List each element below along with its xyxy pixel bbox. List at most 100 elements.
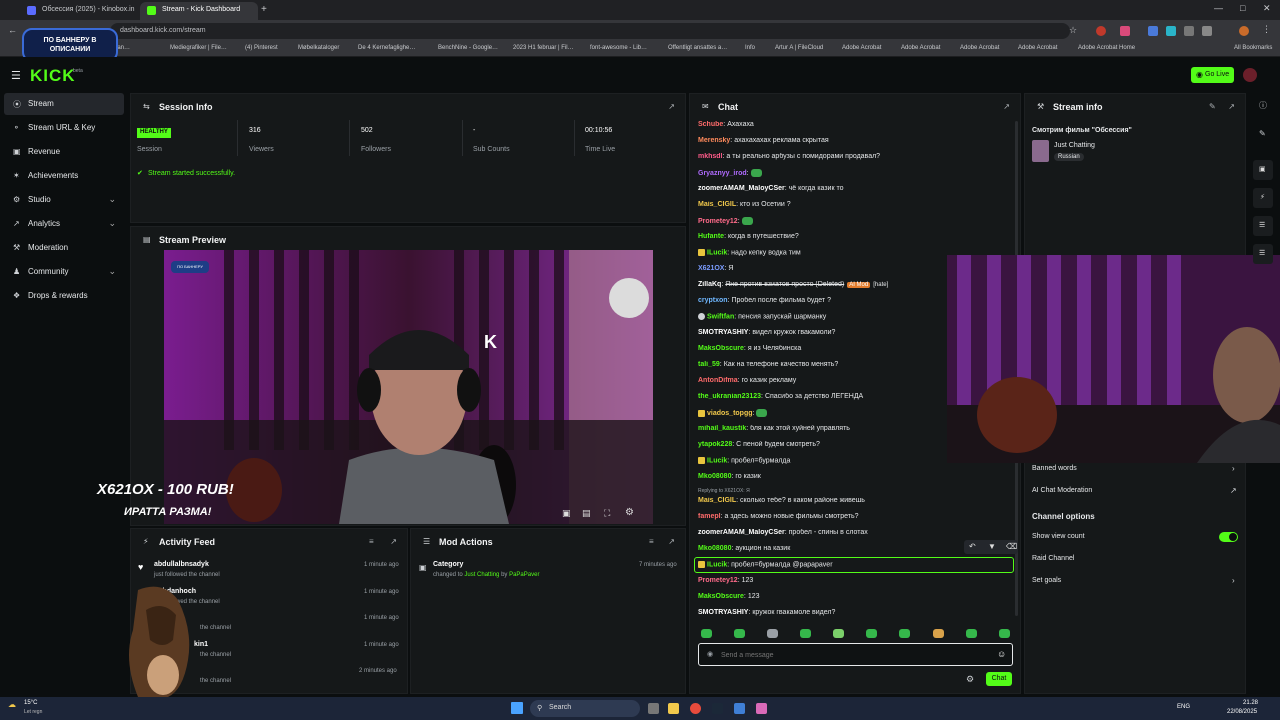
chat-send-button[interactable]: Chat [986, 672, 1012, 686]
chat-username[interactable]: SMOTRYASHIY [698, 609, 748, 616]
clock-time[interactable]: 21.28 [1243, 700, 1258, 706]
chat-message[interactable]: MaksObscure: 123 [698, 593, 1018, 600]
chat-username[interactable]: Gryaznyy_irod [698, 170, 747, 177]
language-indicator[interactable]: ENG [1177, 704, 1190, 710]
chat-message[interactable]: Merensky: ахахахахах реклама скрытая [698, 137, 1018, 144]
chat-message[interactable]: zoomerAMAM_MaloyCSer: пробел - спины в с… [698, 529, 1018, 536]
chat-username[interactable]: Prometey12 [698, 577, 738, 584]
chat-message[interactable]: SMOTRYASHIY: кружок гвакамоле видел? [698, 609, 1018, 616]
external-link-icon[interactable]: ↗ [1230, 486, 1237, 495]
minimize-icon[interactable]: — [1214, 3, 1223, 13]
chat-username[interactable]: AntonDifma [698, 377, 738, 384]
bookmark-item[interactable]: Adobe Acrobat Home [1078, 45, 1135, 51]
weather-temp[interactable]: 15°C [24, 700, 37, 706]
emote-button[interactable] [999, 629, 1010, 638]
sidebar-item-stream-url-key[interactable]: ⚬ Stream URL & Key [4, 117, 124, 139]
edit-pencil-icon[interactable]: ✎ [1259, 129, 1266, 138]
taskbar-search-box[interactable]: ⚲ Search [530, 700, 640, 717]
chat-message[interactable]: Mais_CIGIL: сколько тебе? в каком районе… [698, 497, 1018, 504]
chat-input-box[interactable]: ◉ ☺ [698, 643, 1013, 666]
chat-message[interactable]: famepl: а здесь можно новые фильмы смотр… [698, 513, 1018, 520]
emote-button[interactable] [767, 629, 778, 638]
chat-username[interactable]: Prometey12 [698, 218, 738, 225]
url-field[interactable]: dashboard.kick.com/stream [110, 23, 1070, 39]
chat-username[interactable]: zoomerAMAM_MaloyCSer [698, 529, 785, 536]
fullscreen-icon[interactable]: ⛶ [604, 508, 610, 519]
extension-icon[interactable] [1184, 26, 1194, 36]
popout-icon[interactable]: ↗ [390, 537, 397, 546]
side-tool-button[interactable]: ☰ [1253, 244, 1273, 264]
chat-username[interactable]: the_ukranian23123 [698, 393, 761, 400]
chat-username[interactable]: MaksObscure [698, 593, 744, 600]
mod-action-user[interactable]: PaPaPaver [509, 572, 539, 578]
bookmark-item[interactable]: Mediegrafiker | File… [170, 45, 227, 51]
theater-icon[interactable]: ▤ [582, 508, 591, 519]
chat-username[interactable]: mkhsdl [698, 153, 723, 160]
bookmark-item[interactable]: Offentligt ansattes a… [668, 45, 727, 51]
chat-options-icon[interactable]: ◉ [707, 650, 713, 658]
settings-gear-icon[interactable]: ⚙ [625, 507, 634, 518]
chat-username[interactable]: zoomerAMAM_MaloyCSer [698, 185, 785, 192]
bookmark-item[interactable]: Info [745, 45, 755, 51]
bookmark-item[interactable]: BenchNine - Google… [438, 45, 498, 51]
chrome-icon[interactable] [690, 703, 701, 714]
chat-username[interactable]: famepl [698, 513, 721, 520]
chat-message[interactable]: Prometey12: [698, 217, 1018, 225]
hamburger-icon[interactable]: ☰ [11, 69, 21, 82]
chat-username[interactable]: Mko08080 [698, 545, 731, 552]
chat-username[interactable]: mihail_kaustik [698, 425, 746, 432]
popout-icon[interactable]: ↗ [1003, 102, 1010, 111]
bookmark-item[interactable]: Adobe Acrobat [960, 45, 999, 51]
banned-words-link[interactable]: Banned words [1032, 465, 1077, 472]
back-arrow-icon[interactable]: ← [8, 25, 17, 35]
chat-username[interactable]: ILucik [707, 457, 727, 464]
chat-message[interactable]: mkhsdl: а ты реально арбузы с помидорами… [698, 153, 1018, 160]
emote-button[interactable] [933, 629, 944, 638]
steam-icon[interactable] [712, 703, 723, 714]
chat-username[interactable]: X621OX [698, 265, 724, 272]
browser-tab-kick-dashboard[interactable]: Stream - Kick Dashboard [140, 2, 258, 20]
chat-message[interactable]: Gryaznyy_irod: [698, 169, 1018, 177]
new-tab-button[interactable]: + [261, 4, 267, 15]
bookmark-item[interactable]: Adobe Acrobat [901, 45, 940, 51]
file-explorer-icon[interactable] [668, 703, 679, 714]
app-icon[interactable] [756, 703, 767, 714]
extensions-puzzle-icon[interactable] [1202, 26, 1212, 36]
emote-button[interactable] [701, 629, 712, 638]
chat-username[interactable]: Mko08080 [698, 473, 731, 480]
windows-start-icon[interactable] [511, 702, 523, 714]
chat-username[interactable]: Hufante [698, 233, 724, 240]
emote-button[interactable] [866, 629, 877, 638]
filter-icon[interactable]: ≡ [649, 537, 654, 546]
profile-avatar-icon[interactable] [1239, 26, 1249, 36]
bookmark-item[interactable]: Artur A | FileCloud [775, 45, 823, 51]
chat-message-input[interactable] [721, 648, 991, 662]
info-icon[interactable]: ⓘ [1259, 100, 1267, 111]
chat-username[interactable]: Mais_CIGIL [698, 497, 736, 504]
extension-icon[interactable] [1148, 26, 1158, 36]
chat-message[interactable]: zoomerAMAM_MaloyCSer: чё когда казик то [698, 185, 1018, 192]
chat-message[interactable]: Mais_CIGIL: кто из Осетии ? [698, 201, 1018, 208]
user-avatar[interactable] [1243, 68, 1257, 82]
extension-icon[interactable] [1120, 26, 1130, 36]
emote-button[interactable] [833, 629, 844, 638]
chat-username[interactable]: Merensky [698, 137, 730, 144]
chat-settings-gear-icon[interactable]: ⚙ [966, 674, 974, 685]
bookmark-item[interactable]: Adobe Acrobat [1018, 45, 1057, 51]
bookmark-item[interactable]: Adobe Acrobat [842, 45, 881, 51]
bookmark-star-icon[interactable]: ☆ [1069, 25, 1077, 36]
emote-button[interactable] [966, 629, 977, 638]
emote-button[interactable] [800, 629, 811, 638]
edit-pencil-icon[interactable]: ✎ [1209, 102, 1216, 111]
sidebar-item-studio[interactable]: ⚙ Studio ⌄ [4, 189, 124, 211]
side-tool-button[interactable]: ▣ [1253, 160, 1273, 180]
side-tool-button[interactable]: ⚡ [1253, 188, 1273, 208]
browser-tab-kinobox[interactable]: Обсессия (2025) - Kinobox.in [20, 2, 138, 20]
pip-icon[interactable]: ▣ [562, 508, 571, 519]
app-icon[interactable] [734, 703, 745, 714]
sidebar-item-community[interactable]: ♟ Community ⌄ [4, 261, 124, 283]
chat-username[interactable]: SMOTRYASHIY [698, 329, 748, 336]
category-name[interactable]: Just Chatting [1054, 142, 1095, 149]
chat-username[interactable]: ZillaKq [698, 281, 721, 288]
sidebar-item-achievements[interactable]: ✶ Achievements [4, 165, 124, 187]
